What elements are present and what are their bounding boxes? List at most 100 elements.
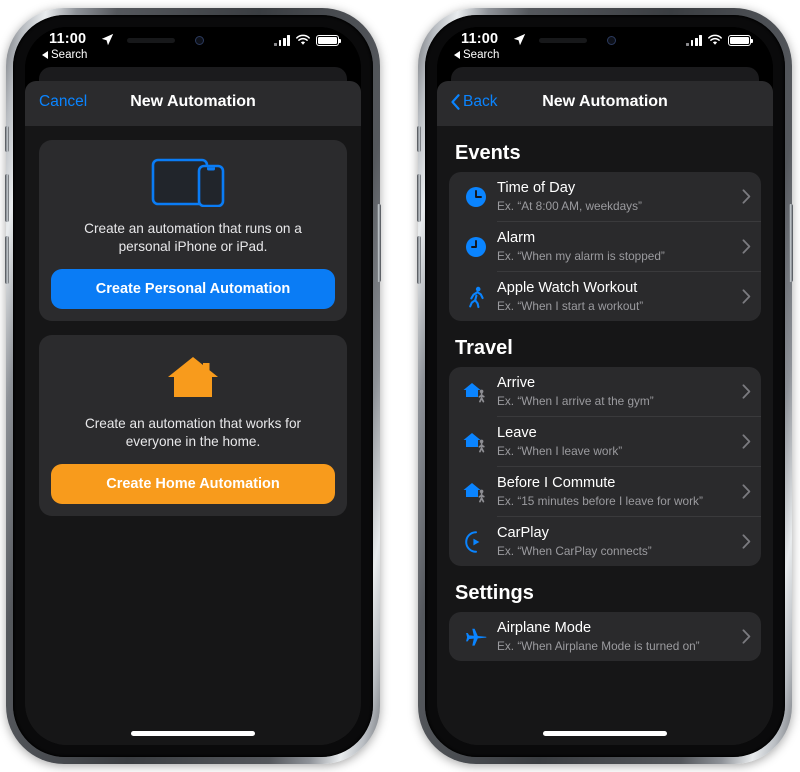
home-automation-card: Create an automation that works for ever… [39, 335, 347, 516]
sheet-content-right: Events Time of Day Ex. “At 8:00 AM, week… [437, 126, 773, 745]
trigger-subtitle: Ex. “15 minutes before I leave for work” [497, 494, 703, 508]
trigger-subtitle: Ex. “When CarPlay connects” [497, 544, 652, 558]
home-automation-description: Create an automation that works for ever… [84, 416, 302, 449]
home-indicator-right[interactable] [543, 731, 667, 736]
carplay-icon [459, 530, 493, 554]
new-automation-triggers-sheet: Back New Automation Events Time of Day E… [437, 81, 773, 745]
trigger-subtitle: Ex. “When Airplane Mode is turned on” [497, 639, 700, 653]
personal-automation-description: Create an automation that runs on a pers… [84, 221, 302, 254]
trigger-title: Time of Day [497, 180, 576, 196]
volume-down-button-right[interactable] [417, 236, 421, 284]
front-camera-icon-right [607, 36, 616, 45]
new-automation-sheet: Cancel New Automation Create an automati… [25, 81, 361, 745]
chevron-right-icon [737, 289, 751, 304]
iphone-device-left: 11:00 Search Cancel New Automation Creat… [5, 8, 381, 764]
page-title-right: New Automation [542, 93, 668, 110]
trigger-subtitle: Ex. “At 8:00 AM, weekdays” [497, 199, 642, 213]
battery-full-icon [316, 34, 341, 46]
trigger-title: Leave [497, 425, 537, 441]
chevron-right-icon [737, 484, 751, 499]
page-title: New Automation [130, 93, 256, 110]
navigation-bar-left: Cancel New Automation [25, 81, 361, 126]
wifi-icon [296, 34, 310, 45]
status-back-to-search-right[interactable]: Search [454, 49, 499, 61]
trigger-text: CarPlay Ex. “When CarPlay connects” [493, 524, 737, 559]
section-header-events: Events [455, 142, 521, 164]
location-arrow-icon-right [513, 33, 526, 46]
back-triangle-icon-right [454, 51, 460, 59]
mute-switch-right[interactable] [417, 126, 421, 152]
back-triangle-icon [42, 51, 48, 59]
travel-group: Arrive Ex. “When I arrive at the gym” Le… [449, 367, 761, 566]
earpiece-speaker-icon [127, 38, 175, 43]
home-indicator-left[interactable] [131, 731, 255, 736]
trigger-text: Airplane Mode Ex. “When Airplane Mode is… [493, 619, 737, 654]
status-back-label-right: Search [463, 49, 500, 61]
trigger-text: Apple Watch Workout Ex. “When I start a … [493, 279, 737, 314]
power-button-right[interactable] [789, 204, 793, 282]
create-personal-automation-button[interactable]: Create Personal Automation [51, 269, 335, 309]
trigger-title: Alarm [497, 230, 536, 246]
power-button[interactable] [377, 204, 381, 282]
trigger-row-carplay[interactable]: CarPlay Ex. “When CarPlay connects” [449, 517, 761, 566]
iphone-device-right: 11:00 Search Back New Automation Events … [417, 8, 793, 764]
airplane-icon [459, 625, 493, 649]
trigger-text: Arrive Ex. “When I arrive at the gym” [493, 374, 737, 409]
trigger-subtitle: Ex. “When I arrive at the gym” [497, 394, 654, 408]
house-walker-commute-icon [459, 480, 493, 504]
navigation-bar-right: Back New Automation [437, 81, 773, 126]
personal-automation-card: Create an automation that runs on a pers… [39, 140, 347, 321]
mute-switch[interactable] [5, 126, 9, 152]
trigger-text: Before I Commute Ex. “15 minutes before … [493, 474, 737, 509]
volume-up-button[interactable] [5, 174, 9, 222]
status-back-to-search[interactable]: Search [42, 49, 87, 61]
trigger-row-leave[interactable]: Leave Ex. “When I leave work” [449, 417, 761, 466]
trigger-subtitle: Ex. “When I start a workout” [497, 299, 644, 313]
status-back-label: Search [51, 49, 88, 61]
trigger-title: Airplane Mode [497, 620, 592, 636]
sheet-content-left: Create an automation that runs on a pers… [25, 126, 361, 745]
status-indicators [274, 34, 341, 46]
wifi-icon-right [708, 34, 722, 45]
trigger-text: Time of Day Ex. “At 8:00 AM, weekdays” [493, 179, 737, 214]
status-time: 11:00 [49, 31, 87, 47]
create-home-automation-button[interactable]: Create Home Automation [51, 464, 335, 504]
house-walker-arrive-icon [459, 380, 493, 404]
phone-screen-right: 11:00 Search Back New Automation Events … [437, 27, 773, 745]
phone-bezel-right: 11:00 Search Back New Automation Events … [425, 15, 785, 757]
trigger-row-arrive[interactable]: Arrive Ex. “When I arrive at the gym” [449, 367, 761, 416]
section-header-settings: Settings [455, 582, 534, 604]
trigger-list-scroll[interactable]: Events Time of Day Ex. “At 8:00 AM, week… [437, 126, 773, 745]
trigger-title: Arrive [497, 375, 536, 391]
trigger-title: Before I Commute [497, 475, 616, 491]
volume-up-button-right[interactable] [417, 174, 421, 222]
trigger-row-time-of-day[interactable]: Time of Day Ex. “At 8:00 AM, weekdays” [449, 172, 761, 221]
trigger-row-alarm[interactable]: Alarm Ex. “When my alarm is stopped” [449, 222, 761, 271]
trigger-subtitle: Ex. “When my alarm is stopped” [497, 249, 665, 263]
alarm-clock-icon [459, 235, 493, 259]
cellular-bars-icon [274, 35, 290, 46]
trigger-row-airplane-mode[interactable]: Airplane Mode Ex. “When Airplane Mode is… [449, 612, 761, 661]
earpiece-speaker-icon-right [539, 38, 587, 43]
chevron-right-icon [737, 629, 751, 644]
chevron-right-icon [737, 239, 751, 254]
front-camera-icon [195, 36, 204, 45]
ipad-iphone-devices-icon [51, 154, 335, 210]
battery-full-icon-right [728, 34, 753, 46]
trigger-row-before-i-commute[interactable]: Before I Commute Ex. “15 minutes before … [449, 467, 761, 516]
status-indicators-right [686, 34, 753, 46]
location-arrow-icon [101, 33, 114, 46]
chevron-right-icon [737, 189, 751, 204]
trigger-row-apple-watch-workout[interactable]: Apple Watch Workout Ex. “When I start a … [449, 272, 761, 321]
settings-group: Airplane Mode Ex. “When Airplane Mode is… [449, 612, 761, 661]
runner-icon [459, 285, 493, 309]
section-header-travel: Travel [455, 337, 513, 359]
events-group: Time of Day Ex. “At 8:00 AM, weekdays” A… [449, 172, 761, 321]
trigger-title: CarPlay [497, 525, 549, 541]
clock-icon [459, 185, 493, 209]
phone-bezel: 11:00 Search Cancel New Automation Creat… [13, 15, 373, 757]
trigger-subtitle: Ex. “When I leave work” [497, 444, 623, 458]
chevron-right-icon [737, 434, 751, 449]
volume-down-button[interactable] [5, 236, 9, 284]
house-icon [51, 349, 335, 405]
